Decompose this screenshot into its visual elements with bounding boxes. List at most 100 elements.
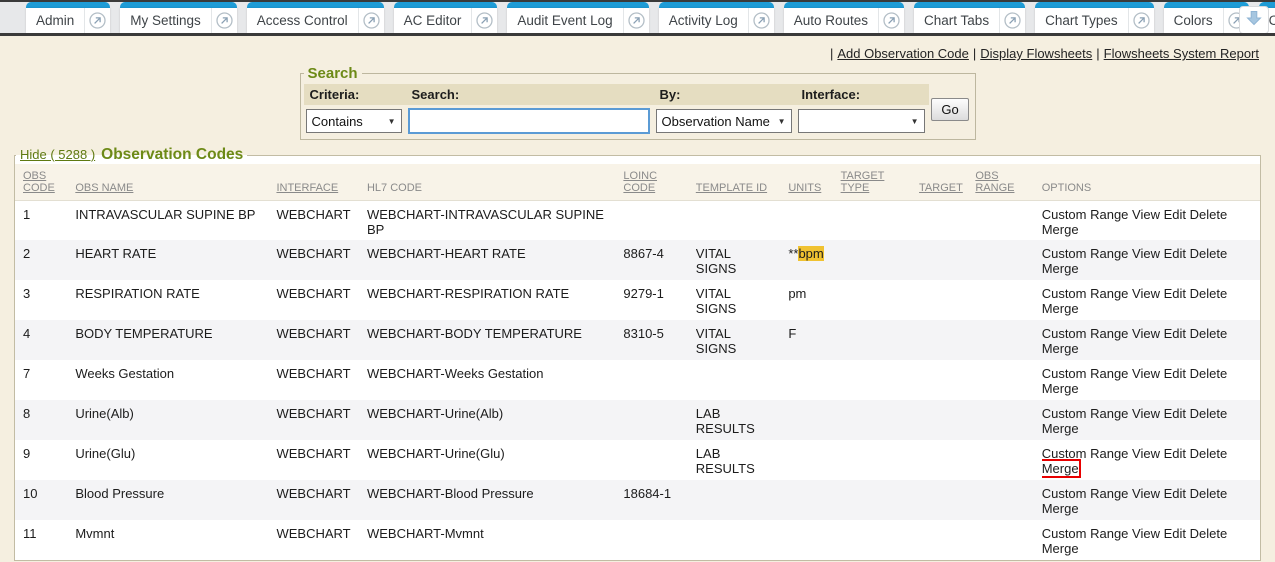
option-link-view[interactable]: View	[1132, 446, 1160, 461]
sort-link-obs-code[interactable]: OBS CODE	[23, 170, 55, 194]
search-label: Search:	[406, 84, 654, 105]
option-link-delete[interactable]: Delete	[1190, 286, 1228, 301]
sort-link-obs-name[interactable]: OBS NAME	[75, 182, 133, 194]
link-separator: |	[969, 46, 980, 61]
popout-icon[interactable]	[999, 8, 1025, 33]
option-link-merge[interactable]: Merge	[1042, 341, 1079, 356]
option-link-custom-range[interactable]: Custom Range	[1042, 526, 1129, 541]
option-link-merge-highlighted[interactable]: Merge	[1042, 461, 1079, 476]
popout-icon[interactable]	[748, 8, 774, 33]
popout-icon[interactable]	[211, 8, 237, 33]
tab-overflow-button[interactable]	[1239, 6, 1269, 34]
option-link-delete[interactable]: Delete	[1190, 207, 1228, 222]
interface-select[interactable]: ▼	[798, 109, 925, 133]
hide-link[interactable]: Hide ( 5288 )	[20, 147, 95, 162]
option-link-view[interactable]: View	[1132, 486, 1160, 501]
option-link-delete[interactable]: Delete	[1190, 446, 1228, 461]
sort-link-units[interactable]: UNITS	[788, 182, 821, 194]
tab-access-control[interactable]: Access Control	[247, 2, 384, 33]
sort-link-loinc-code[interactable]: LOINC CODE	[623, 170, 657, 194]
sort-link-template-id[interactable]: TEMPLATE ID	[696, 182, 767, 194]
option-link-custom-range[interactable]: Custom Range	[1042, 286, 1129, 301]
tab-chart-tabs[interactable]: Chart Tabs	[914, 2, 1025, 33]
option-link-custom-range[interactable]: Custom Range	[1042, 446, 1129, 461]
popout-icon[interactable]	[1128, 8, 1154, 33]
link-display-flowsheets[interactable]: Display Flowsheets	[980, 46, 1092, 61]
option-link-delete[interactable]: Delete	[1190, 246, 1228, 261]
popout-icon[interactable]	[623, 8, 649, 33]
option-link-view[interactable]: View	[1132, 326, 1160, 341]
go-button[interactable]: Go	[931, 98, 968, 121]
option-link-edit[interactable]: Edit	[1164, 526, 1186, 541]
cell-text: WEBCHART-BODY TEMPERATURE	[367, 326, 582, 341]
cell-loinc-code	[623, 400, 695, 440]
option-link-edit[interactable]: Edit	[1164, 326, 1186, 341]
cell-interface: WEBCHART	[276, 480, 367, 520]
option-link-edit[interactable]: Edit	[1164, 486, 1186, 501]
popout-icon[interactable]	[358, 8, 384, 33]
cell-options: Custom Range View Edit Delete Merge	[1042, 240, 1260, 280]
option-link-merge[interactable]: Merge	[1042, 421, 1079, 436]
tab-label: Admin	[26, 13, 84, 28]
option-link-merge[interactable]: Merge	[1042, 301, 1079, 316]
option-link-view[interactable]: View	[1132, 406, 1160, 421]
link-flowsheets-system-report[interactable]: Flowsheets System Report	[1104, 46, 1259, 61]
popout-icon[interactable]	[84, 8, 110, 33]
sort-link-target-type[interactable]: TARGET TYPE	[841, 170, 885, 194]
tab-ac-editor[interactable]: AC Editor	[394, 2, 498, 33]
option-link-custom-range[interactable]: Custom Range	[1042, 486, 1129, 501]
option-link-custom-range[interactable]: Custom Range	[1042, 366, 1129, 381]
tab-admin[interactable]: Admin	[26, 2, 110, 33]
option-link-view[interactable]: View	[1132, 246, 1160, 261]
option-link-custom-range[interactable]: Custom Range	[1042, 207, 1129, 222]
by-select[interactable]: Observation Name ▼	[656, 109, 792, 133]
sort-link-obs-range[interactable]: OBS RANGE	[975, 170, 1014, 194]
cell-text: 18684-1	[623, 486, 671, 501]
option-link-edit[interactable]: Edit	[1164, 406, 1186, 421]
tab-chart-types[interactable]: Chart Types	[1035, 2, 1154, 33]
cell-hl7-code: WEBCHART-INTRAVASCULAR SUPINE BP	[367, 200, 623, 240]
cell-text: LAB RESULTS	[696, 446, 754, 476]
tab-label: Access Control	[247, 13, 358, 28]
link-add-observation-code[interactable]: Add Observation Code	[837, 46, 969, 61]
criteria-select[interactable]: Contains ▼	[306, 109, 402, 133]
tab-my-settings[interactable]: My Settings	[120, 2, 237, 33]
link-separator: |	[1092, 46, 1103, 61]
tab-activity-log[interactable]: Activity Log	[659, 2, 774, 33]
option-link-delete[interactable]: Delete	[1190, 486, 1228, 501]
option-link-merge[interactable]: Merge	[1042, 261, 1079, 276]
popout-icon[interactable]	[471, 8, 497, 33]
table-row: 3RESPIRATION RATEWEBCHARTWEBCHART-RESPIR…	[15, 280, 1260, 320]
cell-text: VITAL SIGNS	[696, 246, 754, 276]
sort-link-target[interactable]: TARGET	[919, 182, 963, 194]
option-link-edit[interactable]: Edit	[1164, 286, 1186, 301]
option-link-view[interactable]: View	[1132, 286, 1160, 301]
search-input[interactable]	[408, 108, 650, 134]
select-arrow-icon: ▼	[388, 117, 396, 126]
option-link-custom-range[interactable]: Custom Range	[1042, 406, 1129, 421]
option-link-merge[interactable]: Merge	[1042, 501, 1079, 516]
option-link-merge[interactable]: Merge	[1042, 381, 1079, 396]
option-link-edit[interactable]: Edit	[1164, 246, 1186, 261]
option-link-custom-range[interactable]: Custom Range	[1042, 246, 1129, 261]
option-link-delete[interactable]: Delete	[1190, 366, 1228, 381]
option-link-view[interactable]: View	[1132, 207, 1160, 222]
cell-text: VITAL SIGNS	[696, 326, 754, 356]
option-link-delete[interactable]: Delete	[1190, 526, 1228, 541]
option-link-merge[interactable]: Merge	[1042, 541, 1079, 556]
option-link-custom-range[interactable]: Custom Range	[1042, 326, 1129, 341]
option-link-edit[interactable]: Edit	[1164, 366, 1186, 381]
option-link-delete[interactable]: Delete	[1190, 326, 1228, 341]
tab-audit-event-log[interactable]: Audit Event Log	[507, 2, 648, 33]
option-link-view[interactable]: View	[1132, 366, 1160, 381]
option-link-edit[interactable]: Edit	[1164, 446, 1186, 461]
option-link-merge[interactable]: Merge	[1042, 222, 1079, 237]
option-link-view[interactable]: View	[1132, 526, 1160, 541]
tab-colors[interactable]: Colors	[1164, 2, 1249, 33]
table-row: 4BODY TEMPERATUREWEBCHARTWEBCHART-BODY T…	[15, 320, 1260, 360]
option-link-delete[interactable]: Delete	[1190, 406, 1228, 421]
popout-icon[interactable]	[878, 8, 904, 33]
tab-auto-routes[interactable]: Auto Routes	[784, 2, 904, 33]
sort-link-interface[interactable]: INTERFACE	[276, 182, 338, 194]
option-link-edit[interactable]: Edit	[1164, 207, 1186, 222]
